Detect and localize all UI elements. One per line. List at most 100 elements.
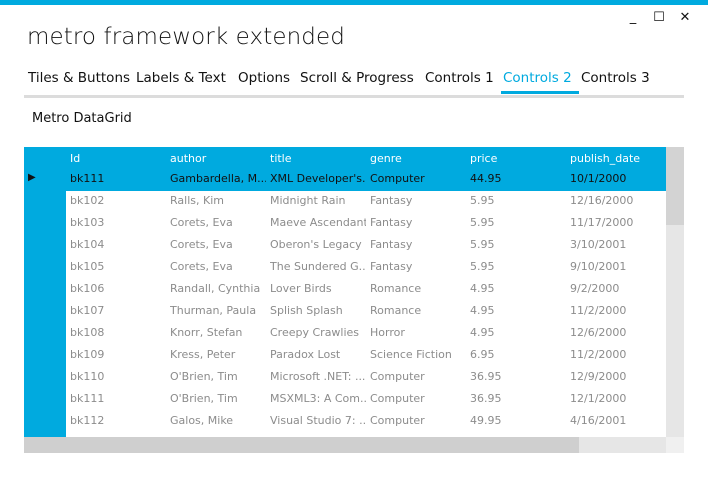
cell-title[interactable]: The Sundered G... xyxy=(270,260,366,273)
horizontal-scroll-thumb[interactable] xyxy=(24,437,579,453)
table-row[interactable]: bk105 Corets, Eva The Sundered G... Fantasy… xyxy=(66,257,666,279)
cell-price[interactable]: 5.95 xyxy=(470,238,566,251)
cell-author[interactable]: Corets, Eva xyxy=(170,260,266,273)
close-icon[interactable]: ✕ xyxy=(678,10,692,26)
cell-genre[interactable]: Computer xyxy=(370,414,466,427)
vertical-scrollbar[interactable] xyxy=(666,147,684,437)
cell-title[interactable]: Maeve Ascendant xyxy=(270,216,366,229)
cell-id[interactable]: bk102 xyxy=(70,194,166,207)
tab-labels-text[interactable]: Labels & Text xyxy=(136,70,226,86)
column-header-title[interactable]: title xyxy=(270,152,292,165)
cell-id[interactable]: bk109 xyxy=(70,348,166,361)
data-grid[interactable]: Id author title genre price publish_date… xyxy=(24,147,684,453)
cell-author[interactable]: Kress, Peter xyxy=(170,348,266,361)
cell-id[interactable]: bk110 xyxy=(70,370,166,383)
table-row[interactable]: bk110 O'Brien, Tim Microsoft .NET: ... Comp… xyxy=(66,367,666,389)
table-row[interactable]: bk109 Kress, Peter Paradox Lost Science Fic… xyxy=(66,345,666,367)
cell-price[interactable]: 6.95 xyxy=(470,348,566,361)
cell-title[interactable]: Lover Birds xyxy=(270,282,366,295)
cell-author[interactable]: Galos, Mike xyxy=(170,414,266,427)
cell-price[interactable]: 44.95 xyxy=(470,172,566,185)
cell-price[interactable]: 36.95 xyxy=(470,370,566,383)
cell-genre[interactable]: Romance xyxy=(370,304,466,317)
cell-author[interactable]: Ralls, Kim xyxy=(170,194,266,207)
tab-controls-2[interactable]: Controls 2 xyxy=(503,70,572,86)
table-row[interactable]: bk103 Corets, Eva Maeve Ascendant Fantasy 5.… xyxy=(66,213,666,235)
cell-publish-date[interactable]: 9/10/2001 xyxy=(570,260,666,273)
cell-genre[interactable]: Fantasy xyxy=(370,194,466,207)
horizontal-scroll-track[interactable] xyxy=(579,437,666,453)
cell-genre[interactable]: Fantasy xyxy=(370,216,466,229)
cell-publish-date[interactable]: 12/6/2000 xyxy=(570,326,666,339)
cell-title[interactable]: Microsoft .NET: ... xyxy=(270,370,366,383)
cell-publish-date[interactable]: 11/2/2000 xyxy=(570,348,666,361)
cell-title[interactable]: Creepy Crawlies xyxy=(270,326,366,339)
cell-price[interactable]: 5.95 xyxy=(470,260,566,273)
cell-publish-date[interactable]: 4/16/2001 xyxy=(570,414,666,427)
vertical-scroll-thumb[interactable] xyxy=(666,147,684,225)
cell-price[interactable]: 5.95 xyxy=(470,216,566,229)
table-row[interactable]: bk102 Ralls, Kim Midnight Rain Fantasy 5.95 1… xyxy=(66,191,666,213)
cell-id[interactable]: bk112 xyxy=(70,414,166,427)
cell-price[interactable]: 4.95 xyxy=(470,304,566,317)
cell-id[interactable]: bk108 xyxy=(70,326,166,339)
cell-publish-date[interactable]: 11/2/2000 xyxy=(570,304,666,317)
cell-price[interactable]: 49.95 xyxy=(470,414,566,427)
cell-publish-date[interactable]: 12/9/2000 xyxy=(570,370,666,383)
table-row[interactable]: bk111 Gambardella, M... XML Developer's...… xyxy=(66,169,666,191)
cell-genre[interactable]: Romance xyxy=(370,282,466,295)
cell-title[interactable]: XML Developer's... xyxy=(270,172,366,185)
cell-author[interactable]: Randall, Cynthia xyxy=(170,282,266,295)
table-row[interactable]: bk108 Knorr, Stefan Creepy Crawlies Horror 4… xyxy=(66,323,666,345)
cell-id[interactable]: bk103 xyxy=(70,216,166,229)
cell-publish-date[interactable]: 9/2/2000 xyxy=(570,282,666,295)
tab-tiles-buttons[interactable]: Tiles & Buttons xyxy=(28,70,130,86)
column-header-genre[interactable]: genre xyxy=(370,152,402,165)
cell-genre[interactable]: Fantasy xyxy=(370,260,466,273)
cell-author[interactable]: O'Brien, Tim xyxy=(170,392,266,405)
cell-publish-date[interactable]: 3/10/2001 xyxy=(570,238,666,251)
cell-publish-date[interactable]: 12/16/2000 xyxy=(570,194,666,207)
tab-options[interactable]: Options xyxy=(238,70,290,86)
cell-genre[interactable]: Computer xyxy=(370,172,466,185)
cell-publish-date[interactable]: 12/1/2000 xyxy=(570,392,666,405)
tab-controls-3[interactable]: Controls 3 xyxy=(581,70,650,86)
cell-id[interactable]: bk104 xyxy=(70,238,166,251)
cell-price[interactable]: 4.95 xyxy=(470,326,566,339)
cell-title[interactable]: MSXML3: A Com... xyxy=(270,392,366,405)
column-header-price[interactable]: price xyxy=(470,152,497,165)
cell-genre[interactable]: Science Fiction xyxy=(370,348,466,361)
column-header-author[interactable]: author xyxy=(170,152,206,165)
cell-price[interactable]: 4.95 xyxy=(470,282,566,295)
cell-genre[interactable]: Computer xyxy=(370,370,466,383)
cell-author[interactable]: Thurman, Paula xyxy=(170,304,266,317)
table-row[interactable]: bk112 Galos, Mike Visual Studio 7: ... Comp… xyxy=(66,411,666,433)
column-header-id[interactable]: Id xyxy=(70,152,80,165)
cell-title[interactable]: Midnight Rain xyxy=(270,194,366,207)
cell-author[interactable]: Knorr, Stefan xyxy=(170,326,266,339)
cell-author[interactable]: Corets, Eva xyxy=(170,238,266,251)
cell-title[interactable]: Oberon's Legacy xyxy=(270,238,366,251)
cell-id[interactable]: bk106 xyxy=(70,282,166,295)
cell-title[interactable]: Paradox Lost xyxy=(270,348,366,361)
table-row[interactable]: bk111 O'Brien, Tim MSXML3: A Com... Compute… xyxy=(66,389,666,411)
cell-price[interactable]: 36.95 xyxy=(470,392,566,405)
cell-author[interactable]: Corets, Eva xyxy=(170,216,266,229)
cell-id[interactable]: bk107 xyxy=(70,304,166,317)
cell-author[interactable]: O'Brien, Tim xyxy=(170,370,266,383)
maximize-icon[interactable]: ☐ xyxy=(652,10,666,26)
cell-author[interactable]: Gambardella, M... xyxy=(170,172,266,185)
column-header-publish-date[interactable]: publish_date xyxy=(570,152,640,165)
cell-price[interactable]: 5.95 xyxy=(470,194,566,207)
cell-publish-date[interactable]: 11/17/2000 xyxy=(570,216,666,229)
cell-genre[interactable]: Fantasy xyxy=(370,238,466,251)
cell-publish-date[interactable]: 10/1/2000 xyxy=(570,172,666,185)
table-row[interactable]: bk104 Corets, Eva Oberon's Legacy Fantasy 5.… xyxy=(66,235,666,257)
tab-scroll-progress[interactable]: Scroll & Progress xyxy=(300,70,414,86)
cell-title[interactable]: Visual Studio 7: ... xyxy=(270,414,366,427)
cell-genre[interactable]: Horror xyxy=(370,326,466,339)
table-row[interactable]: bk107 Thurman, Paula Splish Splash Romance 4… xyxy=(66,301,666,323)
cell-title[interactable]: Splish Splash xyxy=(270,304,366,317)
minimize-icon[interactable]: _ xyxy=(626,10,640,26)
table-row[interactable]: bk106 Randall, Cynthia Lover Birds Romance 4… xyxy=(66,279,666,301)
